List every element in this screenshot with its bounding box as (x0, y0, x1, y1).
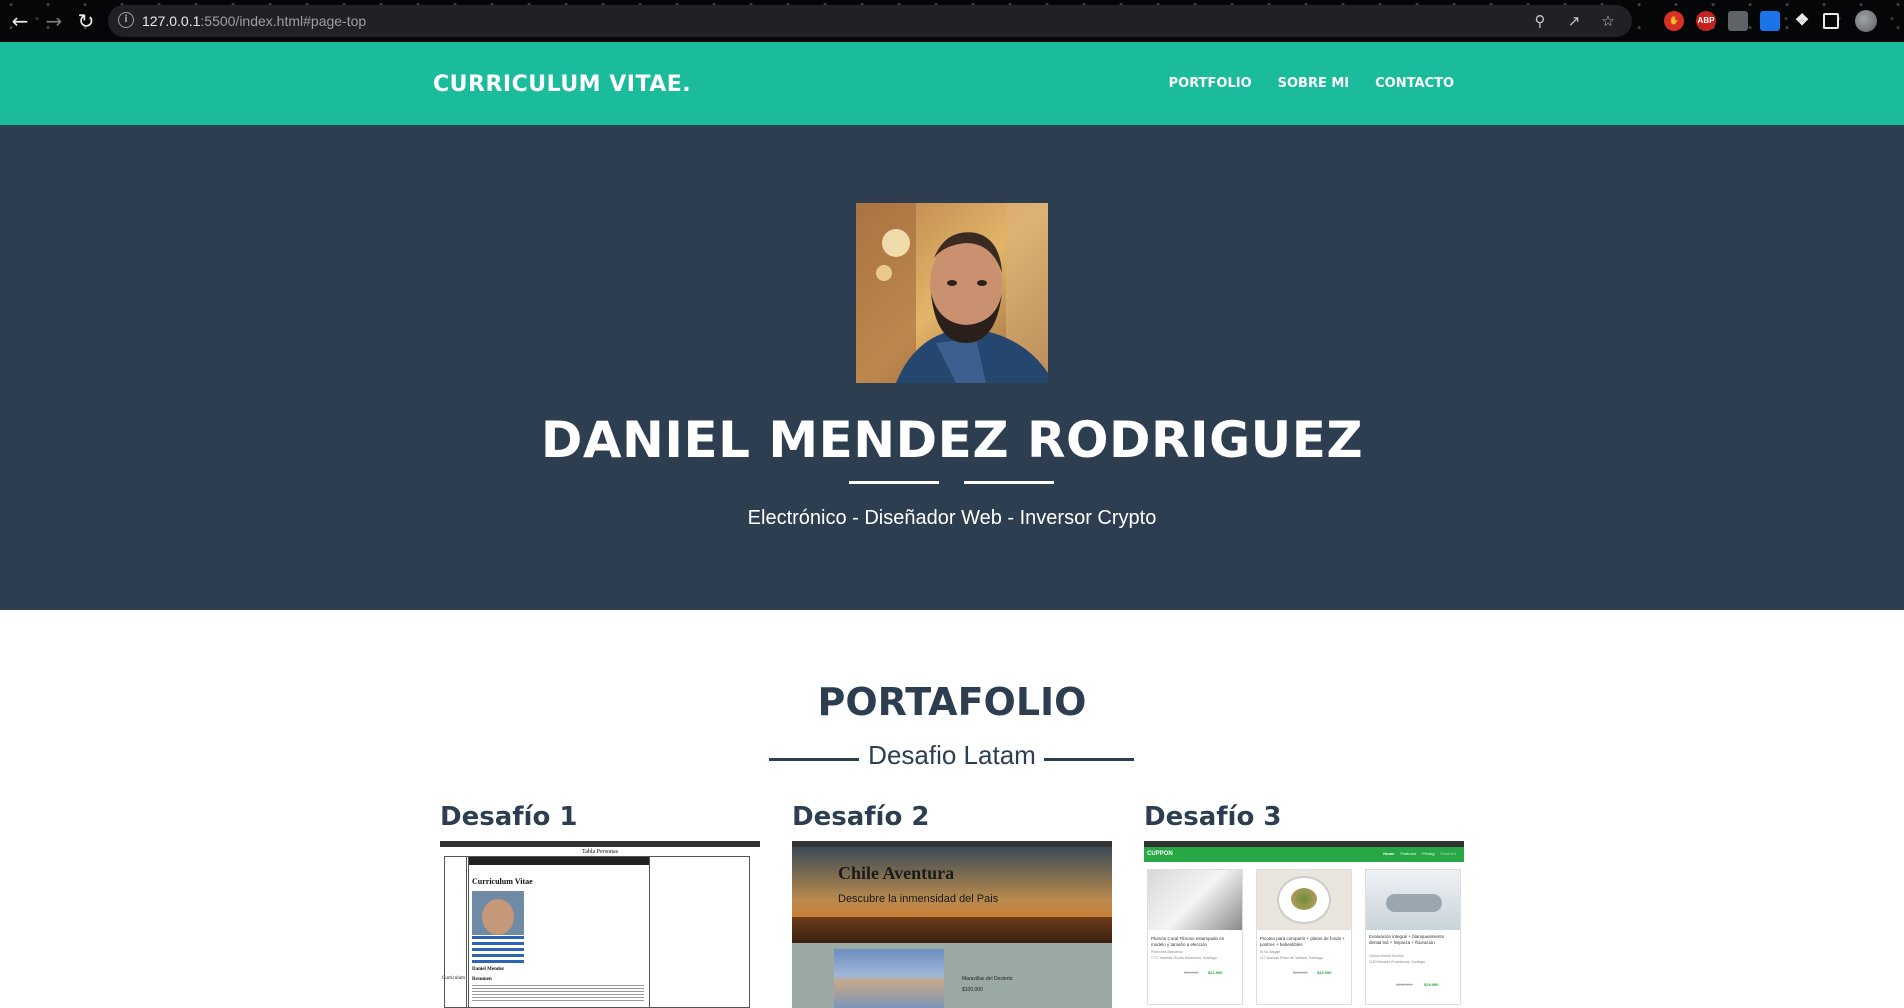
thumb2-desert (792, 917, 1112, 943)
url-host: 127.0.0.1 (142, 13, 201, 29)
hero-subtitle: Electrónico - Diseñador Web - Inversor C… (747, 507, 1157, 529)
thumb3-item-3-desc: Evaluación integral + blanqueamiento den… (1369, 934, 1445, 945)
hero-section: DANIEL MENDEZ RODRIGUEZ Electrónico - Di… (0, 125, 1904, 610)
thumb1-section: Resumen (472, 977, 492, 982)
thumb3-item-1-old-price: $45.990 (1184, 970, 1199, 975)
forward-arrow-icon[interactable]: → (42, 9, 66, 33)
thumb3-nav-pricing: Pricing (1422, 851, 1435, 856)
thumb1-photo-face (482, 899, 514, 935)
thumb3-item-1: Plumón Coral Fibroso estampado en modelo… (1147, 869, 1243, 1005)
thumb3-item-3-shop: Clínica Dental Sonrisa (1369, 954, 1404, 958)
stop-extension-icon[interactable]: ✋ (1664, 11, 1684, 31)
thumb3-item-2-image (1257, 870, 1351, 930)
card-title-desafio-1: Desafío 1 (440, 802, 578, 832)
tab-extension-icon[interactable] (1728, 11, 1748, 31)
thumb3-item-3-image (1366, 870, 1460, 930)
thumb3-item-2-new-price: $22.990 (1317, 970, 1332, 975)
thumb3-item-1-loc: 7717 Avenida Vicuña Mackenna, Santiago (1151, 956, 1217, 960)
thumb3-item-3-new-price: $29.990 (1424, 982, 1439, 987)
thumb1-heading: Curriculum Vitae (472, 877, 533, 886)
hero-divider-right (964, 481, 1054, 484)
back-arrow-icon[interactable]: ← (8, 9, 32, 33)
thumb1-tab-title: Tabla Personas (581, 849, 619, 855)
thumb3-brand: CUPPON (1147, 851, 1173, 857)
thumb3-item-1-new-price: $22.990 (1208, 970, 1223, 975)
thumb2-item-price: $100.000 (962, 987, 983, 993)
thumb2-item-photo (834, 949, 944, 1008)
thumb3-item-3-chair (1386, 894, 1442, 912)
url-text[interactable]: 127.0.0.1:5500/index.html#page-top (142, 13, 366, 29)
portfolio-title: PORTAFOLIO (817, 680, 1087, 724)
thumb3-item-2: Picoteo para compartir + platos de fondo… (1256, 869, 1352, 1005)
thumb1-photo-shirt (472, 935, 524, 963)
card-thumb-desafio-3[interactable]: CUPPON Home Features Pricing Disabled Pl… (1144, 841, 1464, 1008)
thumb3-item-3-old-price: $160.990 (1396, 982, 1413, 987)
thumb3-navbar: CUPPON Home Features Pricing Disabled (1144, 847, 1464, 862)
thumb3-nav: Home Features Pricing Disabled (1383, 851, 1456, 856)
thumb1-left-label: Curriculum (442, 976, 466, 981)
thumb2-heading: Chile Aventura (838, 863, 955, 883)
site-info-icon[interactable]: i (118, 12, 134, 28)
card-thumb-desafio-2[interactable]: Chile Aventura Descubre la inmensidad de… (792, 841, 1112, 1008)
thumb3-item-1-desc: Plumón Coral Fibroso estampado en modelo… (1151, 936, 1225, 947)
reload-icon[interactable]: ↻ (74, 9, 98, 33)
address-bar[interactable]: i 127.0.0.1:5500/index.html#page-top ⚲ ↗… (108, 5, 1632, 37)
thumb2-item-title: Maravillas del Desierto (962, 976, 1013, 982)
bank-extension-icon[interactable] (1760, 11, 1780, 31)
thumb2-banner: Chile Aventura Descubre la inmensidad de… (792, 847, 1112, 943)
url-path: :5500/index.html#page-top (200, 13, 367, 29)
adblock-extension-icon[interactable]: ABP (1696, 11, 1716, 31)
zoom-icon[interactable]: ⚲ (1530, 11, 1550, 31)
thumb3-item-3-loc: 1180 Moneda Providencia, Santiago (1369, 960, 1426, 964)
card-title-desafio-3: Desafío 3 (1144, 802, 1282, 832)
thumb3-item-3: Evaluación integral + blanqueamiento den… (1365, 869, 1461, 1005)
thumb3-item-2-old-price: $30.990 (1293, 970, 1308, 975)
site-navbar: CURRICULUM VITAE. PORTFOLIO SOBRE MI CON… (0, 42, 1904, 125)
thumb3-item-1-shop: Plumones Marcelino (1151, 950, 1183, 954)
portfolio-subtitle: Desafio Latam (868, 740, 1036, 770)
nav-links: PORTFOLIO SOBRE MI CONTACTO (1169, 76, 1454, 91)
share-icon[interactable]: ↗ (1564, 11, 1584, 31)
hero-name: DANIEL MENDEZ RODRIGUEZ (540, 411, 1364, 469)
nav-link-portfolio[interactable]: PORTFOLIO (1169, 76, 1252, 91)
thumb1-screenshot: Curriculum Vitae Daniel Mendez Resumen (468, 856, 650, 1008)
thumb3-item-2-desc: Picoteo para compartir + platos de fondo… (1260, 936, 1346, 947)
profile-photo (856, 203, 1048, 383)
card-thumb-desafio-1[interactable]: Tabla Personas Curriculum Curriculum Vit… (440, 841, 760, 1008)
bookmark-star-icon[interactable]: ☆ (1598, 11, 1618, 31)
hero-divider-left (849, 481, 939, 484)
thumb3-nav-home: Home (1383, 851, 1395, 856)
profile-avatar-icon[interactable] (1855, 10, 1877, 32)
side-panel-icon[interactable] (1823, 13, 1839, 29)
thumb1-inner-bar (469, 857, 649, 865)
nav-link-contacto[interactable]: CONTACTO (1375, 76, 1454, 91)
thumb1-col-line (466, 856, 467, 1008)
thumb3-item-2-food (1291, 888, 1317, 910)
thumb1-photo (472, 891, 524, 963)
thumb2-tagline: Descubre la inmensidad del Pais (838, 893, 999, 905)
brand-logo[interactable]: CURRICULUM VITAE. (433, 72, 691, 97)
thumb3-item-1-image (1148, 870, 1242, 930)
nav-link-sobre-mi[interactable]: SOBRE MI (1278, 76, 1350, 91)
puzzle-extensions-icon[interactable]: ❖ (1792, 11, 1812, 31)
thumb3-item-2-shop: El Su Bagaje (1260, 950, 1281, 954)
thumb3-nav-disabled: Disabled (1440, 851, 1456, 856)
portfolio-divider-right (1044, 758, 1134, 761)
card-title-desafio-2: Desafío 2 (792, 802, 930, 832)
thumb1-name: Daniel Mendez (472, 967, 505, 972)
thumb3-nav-features: Features (1400, 851, 1417, 856)
thumb1-topbar (440, 841, 760, 847)
thumb1-text-lines (472, 985, 644, 1003)
browser-toolbar: ← → ↻ i 127.0.0.1:5500/index.html#page-t… (0, 0, 1904, 42)
thumb3-item-2-loc: 117 Avenida Pedro de Valdivia, Santiago (1260, 956, 1323, 960)
